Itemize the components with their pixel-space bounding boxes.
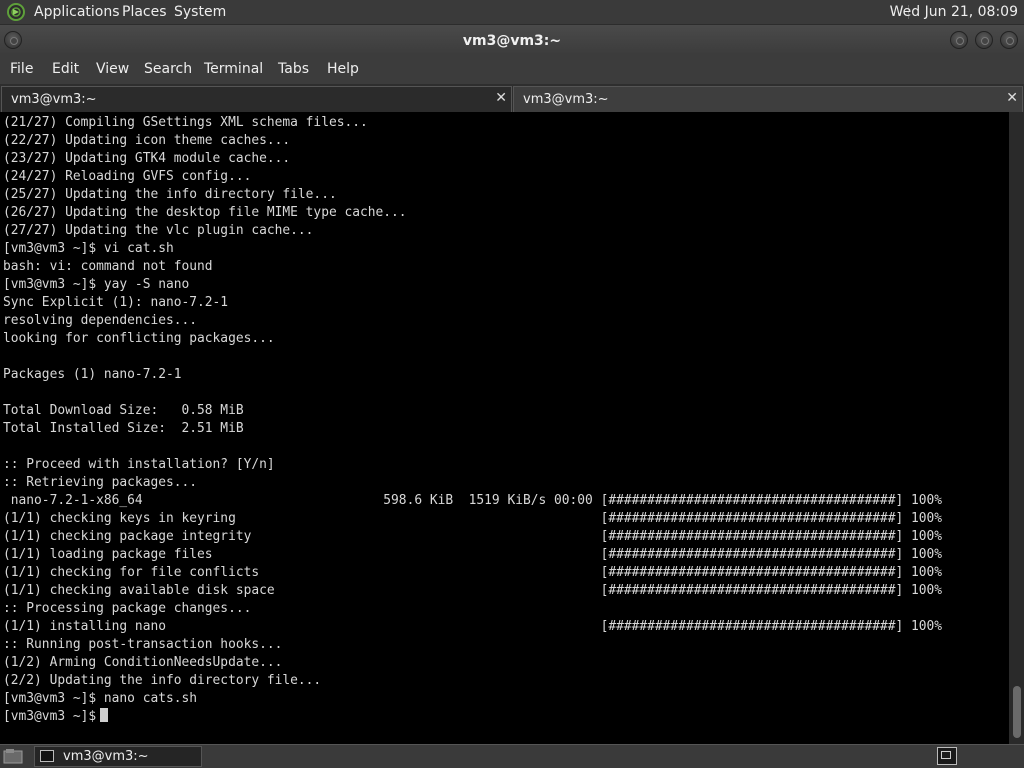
taskbar-button-terminal[interactable]: vm3@vm3:~ <box>34 746 202 767</box>
terminal-line: (1/2) Arming ConditionNeedsUpdate... <box>3 655 283 670</box>
terminal-line: Total Installed Size: 2.51 MiB <box>3 421 244 436</box>
terminal-line: (27/27) Updating the vlc plugin cache... <box>3 223 314 238</box>
menubar: File Edit View Search Terminal Tabs Help <box>0 56 1024 84</box>
maximize-button[interactable] <box>975 31 993 49</box>
terminal-line: :: Retrieving packages... <box>3 475 198 490</box>
terminal-line: :: Running post-transaction hooks... <box>3 637 283 652</box>
menu-file[interactable]: File <box>10 61 33 77</box>
window-title: vm3@vm3:~ <box>462 33 562 49</box>
terminal-line: [vm3@vm3 ~]$ yay -S nano <box>3 277 190 292</box>
top-panel: Applications Places System Wed Jun 21, 0… <box>0 0 1024 24</box>
terminal-line: bash: vi: command not found <box>3 259 213 274</box>
menu-terminal[interactable]: Terminal <box>204 61 263 77</box>
terminal-line: (1/1) checking available disk space [###… <box>3 583 943 598</box>
terminal-line: (2/2) Updating the info directory file..… <box>3 673 322 688</box>
terminal-line: (1/1) checking keys in keyring [########… <box>3 511 943 526</box>
close-window-button[interactable] <box>1000 31 1018 49</box>
bottom-panel: vm3@vm3:~ <box>0 744 1024 768</box>
terminal-line: resolving dependencies... <box>3 313 198 328</box>
terminal-line: (1/1) installing nano [#################… <box>3 619 943 634</box>
applications-menu[interactable]: Applications <box>34 4 120 20</box>
workspace-switcher-icon[interactable] <box>937 747 957 765</box>
system-menu[interactable]: System <box>174 4 226 20</box>
terminal-line: (1/1) loading package files [###########… <box>3 547 943 562</box>
tab-label: vm3@vm3:~ <box>523 92 609 107</box>
terminal-line: nano-7.2-1-x86_64 598.6 KiB 1519 KiB/s 0… <box>3 493 943 508</box>
places-menu[interactable]: Places <box>122 4 167 20</box>
terminal-line: [vm3@vm3 ~]$ <box>3 709 97 724</box>
terminal-line: Total Download Size: 0.58 MiB <box>3 403 244 418</box>
window-titlebar[interactable]: vm3@vm3:~ <box>0 24 1024 57</box>
terminal-line: :: Proceed with installation? [Y/n] <box>3 457 275 472</box>
tab-bar: vm3@vm3:~ ✕ vm3@vm3:~ ✕ <box>0 84 1024 112</box>
text-cursor <box>100 708 109 722</box>
show-desktop-icon[interactable] <box>3 748 23 764</box>
terminal-line: (1/1) checking for file conflicts [#####… <box>3 565 943 580</box>
scrollbar-thumb[interactable] <box>1013 686 1021 738</box>
terminal-line: (21/27) Compiling GSettings XML schema f… <box>3 115 368 130</box>
terminal-line: [vm3@vm3 ~]$ nano cats.sh <box>3 691 198 706</box>
workspace-cell <box>941 751 951 759</box>
close-tab-icon[interactable]: ✕ <box>495 90 507 106</box>
minimize-button[interactable] <box>950 31 968 49</box>
menu-view[interactable]: View <box>96 61 129 77</box>
terminal-line: (23/27) Updating GTK4 module cache... <box>3 151 291 166</box>
menu-edit[interactable]: Edit <box>52 61 79 77</box>
distro-logo-icon[interactable] <box>7 3 25 21</box>
terminal-scrollbar[interactable] <box>1009 112 1024 744</box>
terminal-line: (26/27) Updating the desktop file MIME t… <box>3 205 407 220</box>
terminal-line: [vm3@vm3 ~]$ vi cat.sh <box>3 241 174 256</box>
taskbar-label: vm3@vm3:~ <box>63 749 149 764</box>
close-tab-icon[interactable]: ✕ <box>1006 90 1018 106</box>
clock[interactable]: Wed Jun 21, 08:09 <box>890 4 1018 20</box>
terminal-line: Sync Explicit (1): nano-7.2-1 <box>3 295 229 310</box>
terminal-line: (24/27) Reloading GVFS config... <box>3 169 252 184</box>
menu-search[interactable]: Search <box>144 61 192 77</box>
terminal-line: looking for conflicting packages... <box>3 331 275 346</box>
menu-help[interactable]: Help <box>327 61 359 77</box>
tab-1[interactable]: vm3@vm3:~ ✕ <box>1 86 512 112</box>
tab-label: vm3@vm3:~ <box>11 92 97 107</box>
terminal-line: (25/27) Updating the info directory file… <box>3 187 337 202</box>
terminal-view[interactable]: (21/27) Compiling GSettings XML schema f… <box>0 112 1009 744</box>
tab-2[interactable]: vm3@vm3:~ ✕ <box>513 86 1023 112</box>
menu-tabs[interactable]: Tabs <box>278 61 309 77</box>
terminal-line: (22/27) Updating icon theme caches... <box>3 133 291 148</box>
terminal-line: Packages (1) nano-7.2-1 <box>3 367 182 382</box>
terminal-output: (21/27) Compiling GSettings XML schema f… <box>0 112 1009 726</box>
terminal-icon <box>40 750 54 762</box>
terminal-line: :: Processing package changes... <box>3 601 252 616</box>
terminal-line: (1/1) checking package integrity [######… <box>3 529 943 544</box>
